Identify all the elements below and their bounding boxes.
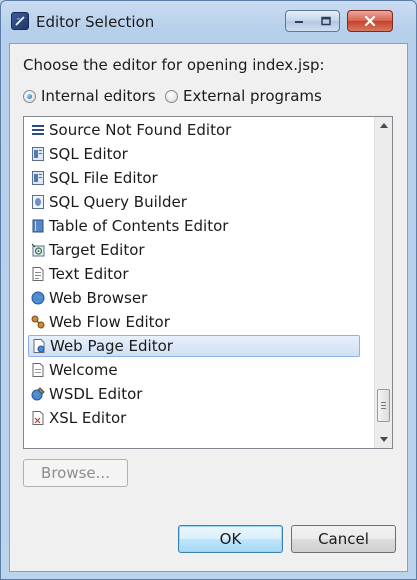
arrow-up-icon bbox=[379, 123, 388, 128]
maximize-icon bbox=[320, 16, 331, 26]
minimize-button[interactable] bbox=[285, 10, 313, 32]
ok-button[interactable]: OK bbox=[178, 525, 283, 553]
list-item-xsl-editor[interactable]: XSL Editor bbox=[28, 407, 360, 429]
list-item-label: Target Editor bbox=[49, 241, 145, 259]
window-title: Editor Selection bbox=[36, 13, 155, 31]
internal-editors-radio[interactable]: Internal editors bbox=[23, 86, 156, 106]
list-item-sql-editor[interactable]: SQL Editor bbox=[28, 143, 360, 165]
list-item-label: Web Browser bbox=[49, 289, 148, 307]
list-item-label: Source Not Found Editor bbox=[49, 121, 232, 139]
list-item-sql-query-builder[interactable]: SQL Query Builder bbox=[28, 191, 360, 213]
sql-file-icon bbox=[31, 171, 45, 185]
title-bar[interactable]: Editor Selection bbox=[1, 1, 416, 43]
list-item-label: SQL Editor bbox=[49, 145, 128, 163]
radio-label-external: External programs bbox=[183, 87, 322, 105]
maximize-button[interactable] bbox=[312, 10, 340, 32]
cancel-button[interactable]: Cancel bbox=[291, 525, 396, 553]
list-item-label: WSDL Editor bbox=[49, 385, 143, 403]
dialog-body: Choose the editor for opening index.jsp:… bbox=[9, 43, 408, 572]
list-item-welcome[interactable]: Welcome bbox=[28, 359, 360, 381]
list-item-label: Web Flow Editor bbox=[49, 313, 170, 331]
external-programs-radio[interactable]: External programs bbox=[165, 86, 322, 106]
list-item-label: Table of Contents Editor bbox=[49, 217, 229, 235]
eclipse-app-icon bbox=[11, 12, 29, 30]
list-item-target-editor[interactable]: Target Editor bbox=[28, 239, 360, 261]
close-icon bbox=[364, 15, 376, 27]
text-file-icon bbox=[31, 267, 45, 281]
list-item-web-page-editor[interactable]: Web Page Editor bbox=[28, 335, 360, 357]
arrow-down-icon bbox=[379, 437, 388, 442]
editor-selection-dialog: Editor Selection Choose the editor for o… bbox=[0, 0, 417, 580]
radio-checked-icon bbox=[23, 89, 36, 103]
list-item-label: XSL Editor bbox=[49, 409, 127, 427]
browse-button[interactable]: Browse... bbox=[23, 459, 128, 487]
xsl-icon bbox=[31, 411, 45, 425]
list-item-table-of-contents-editor[interactable]: Table of Contents Editor bbox=[28, 215, 360, 237]
flow-icon bbox=[31, 315, 45, 329]
sql-editor-icon bbox=[31, 147, 45, 161]
wsdl-icon bbox=[31, 387, 45, 401]
list-item-source-not-found-editor[interactable]: Source Not Found Editor bbox=[28, 119, 360, 141]
radio-label-internal: Internal editors bbox=[41, 87, 156, 105]
close-button[interactable] bbox=[347, 10, 393, 32]
prompt-label: Choose the editor for opening index.jsp: bbox=[23, 56, 325, 74]
list-item-label: Text Editor bbox=[49, 265, 129, 283]
target-icon bbox=[31, 243, 45, 257]
scroll-down-button[interactable] bbox=[375, 431, 392, 448]
lines-icon bbox=[31, 123, 45, 137]
scroll-up-button[interactable] bbox=[375, 117, 392, 134]
minimize-icon bbox=[295, 21, 303, 23]
book-icon bbox=[31, 219, 45, 233]
list-item-label: Web Page Editor bbox=[50, 337, 173, 355]
scrollbar-thumb[interactable] bbox=[377, 389, 390, 422]
radio-unchecked-icon bbox=[165, 89, 178, 103]
vertical-scrollbar[interactable] bbox=[374, 117, 392, 448]
globe-icon bbox=[31, 291, 45, 305]
editor-list[interactable]: Source Not Found Editor SQL Editor SQL F… bbox=[23, 116, 393, 449]
query-builder-icon bbox=[31, 195, 45, 209]
list-item-wsdl-editor[interactable]: WSDL Editor bbox=[28, 383, 360, 405]
list-item-web-browser[interactable]: Web Browser bbox=[28, 287, 360, 309]
list-item-web-flow-editor[interactable]: Web Flow Editor bbox=[28, 311, 360, 333]
list-item-text-editor[interactable]: Text Editor bbox=[28, 263, 360, 285]
list-item-label: SQL Query Builder bbox=[49, 193, 187, 211]
web-page-icon bbox=[32, 339, 46, 353]
list-item-label: Welcome bbox=[49, 361, 118, 379]
page-icon bbox=[31, 363, 45, 377]
list-item-label: SQL File Editor bbox=[49, 169, 158, 187]
list-item-sql-file-editor[interactable]: SQL File Editor bbox=[28, 167, 360, 189]
